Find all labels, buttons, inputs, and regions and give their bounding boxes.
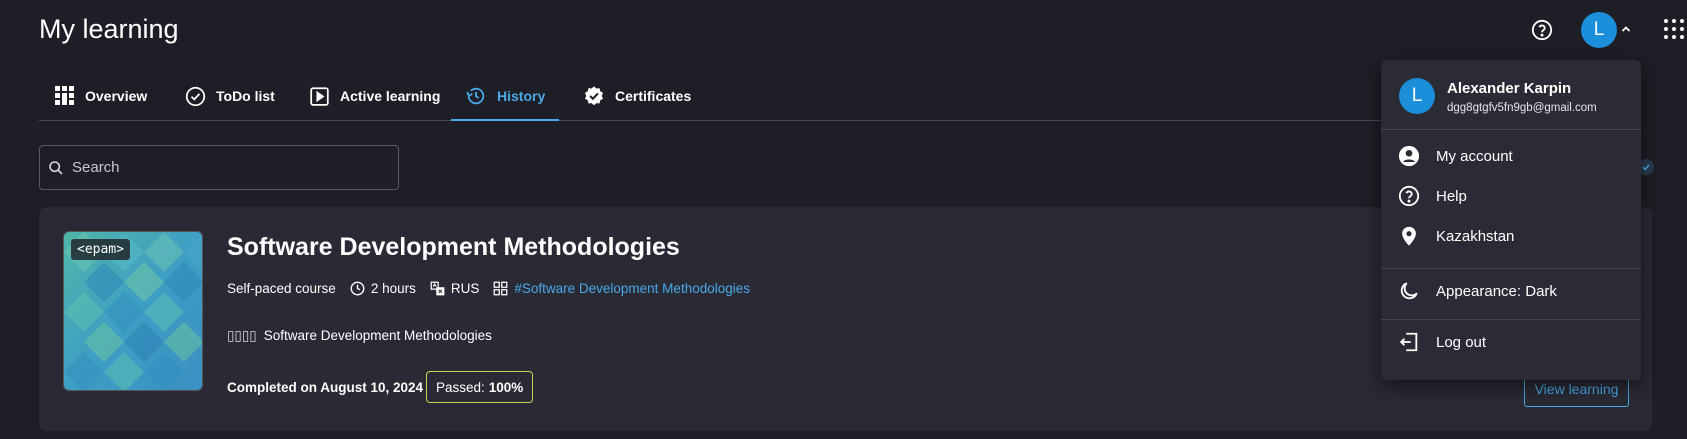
- page-title: My learning: [39, 14, 179, 44]
- certificate-badge-icon: [585, 86, 603, 106]
- location-pin-icon: [1402, 226, 1416, 246]
- account-circle-icon: [1398, 145, 1420, 167]
- user-avatar-button[interactable]: L: [1581, 12, 1617, 48]
- grid-icon: [55, 86, 74, 105]
- menu-divider: [1381, 268, 1641, 269]
- search-input[interactable]: [72, 159, 372, 176]
- menu-avatar: L: [1399, 78, 1435, 114]
- unrendered-glyphs: ▯▯▯▯: [227, 328, 257, 343]
- tab-label: Overview: [85, 88, 148, 104]
- menu-item-my-account[interactable]: My account: [1381, 136, 1641, 176]
- logout-icon: [1399, 332, 1418, 352]
- search-box: [39, 145, 399, 190]
- completion-date: Completed on August 10, 2024: [227, 380, 424, 395]
- course-description: ▯▯▯▯ Software Development Methodologies: [227, 328, 492, 344]
- user-name: Alexander Karpin: [1447, 80, 1572, 97]
- course-tag: #Software Development Methodologies: [493, 281, 750, 296]
- tab-active-learning[interactable]: Active learning: [309, 72, 440, 120]
- search-icon: [49, 160, 63, 175]
- play-square-icon: [310, 86, 329, 106]
- course-description-text: Software Development Methodologies: [263, 328, 492, 343]
- help-circle-icon: [1398, 185, 1420, 207]
- menu-item-appearance[interactable]: Appearance: Dark: [1381, 271, 1641, 311]
- tab-label: History: [497, 87, 546, 104]
- tab-label: Active learning: [340, 88, 441, 104]
- moon-icon: [1400, 282, 1418, 300]
- passed-badge: Passed: 100%: [426, 371, 534, 403]
- course-duration: 2 hours: [350, 281, 416, 296]
- tab-label: Certificates: [615, 88, 692, 104]
- translate-icon: [430, 281, 445, 296]
- apps-grid-button[interactable]: [1661, 16, 1687, 42]
- course-tag-link[interactable]: #Software Development Methodologies: [514, 281, 750, 296]
- course-title[interactable]: Software Development Methodologies: [227, 233, 680, 262]
- history-icon: [466, 87, 485, 104]
- tab-history[interactable]: History: [451, 72, 560, 121]
- user-email: dgg8gtgfv5fn9gb@gmail.com: [1447, 102, 1597, 114]
- menu-divider: [1381, 319, 1641, 320]
- tab-todo-list[interactable]: ToDo list: [185, 72, 275, 120]
- course-type: Self-paced course: [227, 281, 336, 296]
- user-menu: L Alexander Karpin dgg8gtgfv5fn9gb@gmail…: [1381, 60, 1641, 380]
- chevron-up-icon[interactable]: [1619, 22, 1633, 36]
- menu-divider: [1381, 129, 1641, 130]
- course-language: RUS: [430, 281, 479, 296]
- menu-item-location[interactable]: Kazakhstan: [1381, 216, 1641, 256]
- apps-grid-icon: [1664, 19, 1684, 39]
- tab-bar: Overview ToDo list Active learning Histo…: [39, 72, 1471, 121]
- tab-overview[interactable]: Overview: [55, 72, 147, 120]
- menu-item-log-out[interactable]: Log out: [1381, 322, 1641, 362]
- clock-icon: [350, 281, 365, 296]
- menu-item-help[interactable]: Help: [1381, 176, 1641, 216]
- help-button[interactable]: [1529, 17, 1555, 43]
- tab-label: ToDo list: [216, 88, 275, 104]
- thumbnail-logo-tag: <epam>: [71, 239, 130, 260]
- course-thumbnail[interactable]: <epam>: [63, 231, 203, 391]
- check-circle-icon: [185, 86, 206, 106]
- category-grid-icon: [493, 281, 508, 296]
- tab-certificates[interactable]: Certificates: [583, 72, 691, 120]
- course-meta: Self-paced course 2 hours RUS #Software …: [227, 281, 764, 296]
- help-circle-icon: [1531, 19, 1553, 41]
